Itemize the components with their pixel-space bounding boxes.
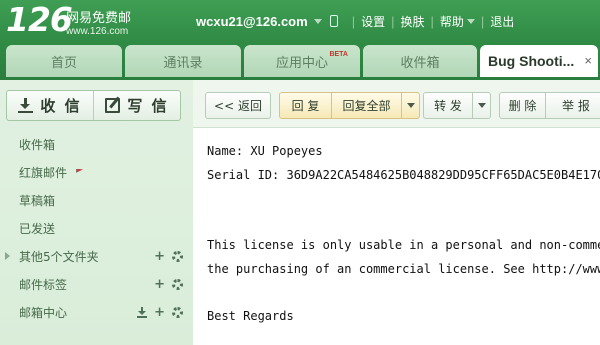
message-line: Name: XU Popeyes (207, 144, 323, 158)
folder-tags[interactable]: 邮件标签 + (0, 270, 193, 298)
report-button[interactable]: 举 报 (545, 92, 600, 119)
tab-label: 应用中心 (275, 55, 328, 71)
folder-mailbox-center[interactable]: 邮箱中心 + (0, 298, 193, 326)
tab-label: 通讯录 (163, 55, 203, 71)
message-line: the purchasing of an commercial license.… (207, 261, 600, 276)
reply-all-button[interactable]: 回复全部 (331, 92, 401, 119)
delete-button[interactable]: 删 除 (499, 92, 545, 119)
divider: | (430, 13, 434, 29)
settings-link[interactable]: 设置 (361, 13, 385, 30)
add-icon[interactable]: + (154, 277, 165, 292)
download-icon (18, 98, 34, 113)
divider: | (351, 13, 356, 29)
folder-label: 收件箱 (19, 137, 56, 152)
help-link[interactable]: 帮助 (440, 13, 464, 30)
write-label: 写 信 (127, 97, 169, 115)
tab-app-center[interactable]: 应用中心 BETA (244, 45, 360, 77)
chevron-down-icon[interactable] (313, 18, 322, 24)
edit-icon (105, 98, 121, 113)
tab-home[interactable]: 首页 (6, 45, 122, 77)
message-line (207, 187, 600, 211)
receive-label: 收 信 (40, 97, 82, 115)
phone-icon[interactable] (329, 15, 338, 27)
logo[interactable]: 126 网易免费邮 www.126.com (6, 0, 156, 43)
chevron-down-icon (477, 103, 486, 108)
tab-bar: 首页 通讯录 应用中心 BETA 收件箱 Bug Shooti... × (6, 45, 600, 77)
divider: | (391, 13, 395, 29)
folder-label: 其他5个文件夹 (19, 249, 99, 264)
folder-label: 草稿箱 (19, 193, 56, 208)
tab-label: 首页 (50, 55, 77, 71)
message-line (207, 211, 600, 235)
reply-options-dropdown[interactable] (401, 92, 420, 119)
back-button[interactable]: << 返回 (205, 92, 271, 119)
forward-button[interactable]: 转 发 (423, 92, 472, 119)
message-body: Name: XU Popeyes Serial ID: 36D9A22CA548… (207, 140, 600, 328)
gear-icon[interactable] (172, 279, 183, 290)
folder-ops: + (154, 249, 183, 264)
divider: | (480, 13, 485, 29)
folder-label: 邮件标签 (19, 277, 68, 292)
mailbox-ops: + (137, 305, 183, 320)
message-line: Best Regards (207, 308, 294, 323)
message-line (207, 281, 600, 305)
logo-url: www.126.com (66, 26, 129, 37)
gear-icon[interactable] (172, 251, 183, 262)
expand-arrow-icon[interactable] (5, 252, 10, 260)
receive-button[interactable]: 收 信 (7, 91, 93, 120)
beta-badge: BETA (329, 51, 348, 58)
user-nav: wcxu21@126.com | 设置 | 换肤 | 帮助 | 退出 (196, 11, 514, 31)
folder-sent[interactable]: 已发送 (0, 214, 193, 242)
logo-name: 网易免费邮 (66, 11, 132, 26)
close-icon[interactable]: × (584, 53, 592, 68)
reply-button[interactable]: 回 复 (279, 92, 331, 119)
sidebar: 收 信 写 信 收件箱 红旗邮件 草稿箱 已发送 其他5个文件夹 + 邮件标签 … (0, 80, 193, 345)
folder-label: 邮箱中心 (19, 305, 68, 320)
chevron-down-icon (406, 103, 415, 108)
logout-link[interactable]: 退出 (490, 13, 514, 30)
folder-label: 红旗邮件 (19, 165, 68, 180)
tab-contacts[interactable]: 通讯录 (125, 45, 241, 77)
gear-icon[interactable] (172, 307, 183, 318)
add-icon[interactable]: + (154, 305, 165, 320)
folder-inbox[interactable]: 收件箱 (0, 130, 193, 158)
tab-current-message[interactable]: Bug Shooti... × (480, 45, 598, 77)
message-line: Serial ID: 36D9A22CA5484625B048829DD95CF… (207, 167, 600, 182)
add-icon[interactable]: + (154, 249, 165, 264)
red-flag-icon (76, 168, 84, 173)
forward-options-dropdown[interactable] (472, 92, 491, 119)
write-button[interactable]: 写 信 (93, 91, 180, 120)
chevron-down-icon[interactable] (466, 18, 475, 24)
tab-label: 收件箱 (400, 55, 440, 71)
folder-other[interactable]: 其他5个文件夹 + (0, 242, 193, 270)
compose-bar: 收 信 写 信 (6, 90, 181, 121)
folder-flagged[interactable]: 红旗邮件 (0, 158, 193, 186)
top-header: 126 网易免费邮 www.126.com wcxu21@126.com | 设… (0, 0, 600, 80)
user-account[interactable]: wcxu21@126.com (196, 14, 308, 29)
message-toolbar: << 返回 回 复 回复全部 转 发 删 除 举 报 (193, 80, 600, 128)
folder-list: 收件箱 红旗邮件 草稿箱 已发送 其他5个文件夹 + 邮件标签 + 邮箱中心 + (0, 130, 193, 326)
tag-ops: + (154, 277, 183, 292)
folder-drafts[interactable]: 草稿箱 (0, 186, 193, 214)
message-line: This license is only usable in a persona… (207, 238, 600, 252)
tab-inbox[interactable]: 收件箱 (363, 45, 477, 77)
logo-number: 126 (6, 0, 73, 39)
skin-link[interactable]: 换肤 (400, 13, 424, 30)
message-pane: << 返回 回 复 回复全部 转 发 删 除 举 报 Name: XU Pope… (193, 80, 600, 345)
folder-label: 已发送 (19, 221, 56, 236)
tab-label: Bug Shooti... (488, 53, 575, 69)
download-icon[interactable] (137, 307, 148, 318)
